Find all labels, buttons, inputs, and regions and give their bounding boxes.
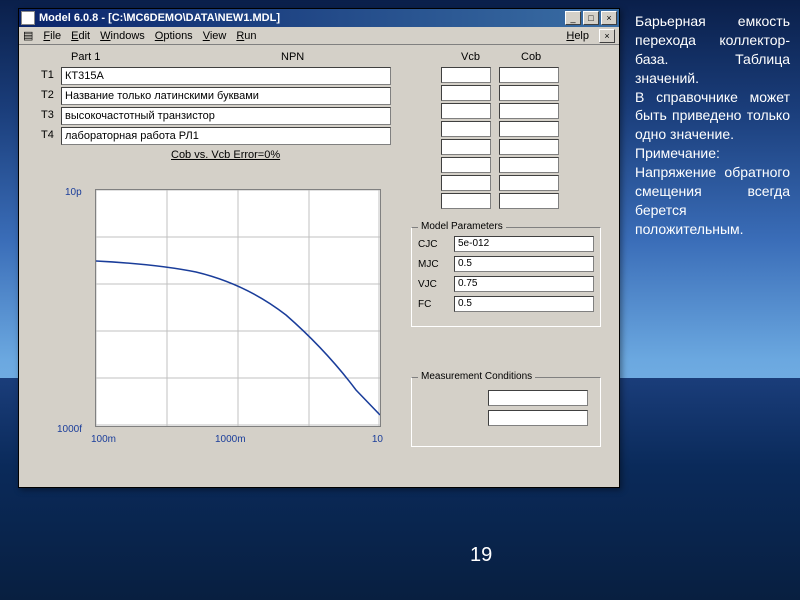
vcb-header: Vcb [461,51,480,63]
vcb-cell-5[interactable] [441,157,491,173]
slide-number: 19 [470,544,492,567]
close-button[interactable]: × [601,11,617,25]
slide-annotation: Барьерная емкость перехода коллектор-баз… [635,12,790,239]
vcb-cell-4[interactable] [441,139,491,155]
t2-input[interactable]: Название только латинскими буквами [61,87,391,105]
menu-file[interactable]: File [43,30,61,42]
cob-cell-2[interactable] [499,103,559,119]
menu-help[interactable]: Help [566,30,589,42]
t4-input[interactable]: лабораторная работа РЛ1 [61,127,391,145]
cob-cell-7[interactable] [499,193,559,209]
param-fc-value[interactable]: 0.5 [454,296,594,312]
param-cjc-value[interactable]: 5e-012 [454,236,594,252]
x-axis-0: 100m [91,434,116,445]
chart-svg [96,190,380,426]
app-icon [21,11,35,25]
window-title: Model 6.0.8 - [C:\MC6DEMO\DATA\NEW1.MDL] [39,12,565,24]
app-window: Model 6.0.8 - [C:\MC6DEMO\DATA\NEW1.MDL]… [18,8,620,488]
y-axis-top: 10p [65,187,82,198]
maximize-button[interactable]: □ [583,11,599,25]
param-mjc-label: MJC [418,259,448,270]
menu-windows[interactable]: Windows [100,30,145,42]
measurement-field-0[interactable] [488,390,588,406]
app-menu-icon[interactable]: ▤ [23,29,33,42]
cob-header: Cob [521,51,541,63]
measurement-field-1[interactable] [488,410,588,426]
cob-cell-1[interactable] [499,85,559,101]
x-axis-2: 10 [372,434,383,445]
model-params-legend: Model Parameters [418,221,506,232]
measurement-group: Measurement Conditions [411,377,601,447]
cob-cell-6[interactable] [499,175,559,191]
model-params-group: Model Parameters CJC 5e-012 MJC 0.5 VJC … [411,227,601,327]
measurement-legend: Measurement Conditions [418,371,535,382]
vcb-cell-7[interactable] [441,193,491,209]
part-label: Part 1 [71,51,100,63]
vcb-cell-3[interactable] [441,121,491,137]
mdi-close-button[interactable]: × [599,29,615,43]
x-axis-1: 1000m [215,434,246,445]
cob-cell-5[interactable] [499,157,559,173]
menubar: ▤ File Edit Windows Options View Run Hel… [19,27,619,45]
menu-run[interactable]: Run [236,30,256,42]
vcb-cell-1[interactable] [441,85,491,101]
t4-label: T4 [41,129,54,141]
vcb-cell-2[interactable] [441,103,491,119]
client-area: Part 1 NPN Vcb Cob T1 КТ315А T2 Название… [21,47,617,485]
param-cjc-label: CJC [418,239,448,250]
cob-cell-0[interactable] [499,67,559,83]
t3-input[interactable]: высокочастотный транзистор [61,107,391,125]
t1-label: T1 [41,69,54,81]
menu-options[interactable]: Options [155,30,193,42]
cob-cell-4[interactable] [499,139,559,155]
param-mjc-value[interactable]: 0.5 [454,256,594,272]
minimize-button[interactable]: _ [565,11,581,25]
vcb-cell-6[interactable] [441,175,491,191]
titlebar[interactable]: Model 6.0.8 - [C:\MC6DEMO\DATA\NEW1.MDL]… [19,9,619,27]
menu-edit[interactable]: Edit [71,30,90,42]
param-fc-label: FC [418,299,448,310]
t2-label: T2 [41,89,54,101]
chart-caption: Cob vs. Vcb Error=0% [171,149,280,161]
chart-area: 10p 1000f 100m 1000m 10 [65,185,385,445]
t3-label: T3 [41,109,54,121]
vcb-cell-0[interactable] [441,67,491,83]
chart-plot [95,189,381,427]
param-vjc-value[interactable]: 0.75 [454,276,594,292]
y-axis-bot: 1000f [57,424,82,435]
param-vjc-label: VJC [418,279,448,290]
cob-cell-3[interactable] [499,121,559,137]
t1-input[interactable]: КТ315А [61,67,391,85]
type-label: NPN [281,51,304,63]
menu-view[interactable]: View [203,30,227,42]
